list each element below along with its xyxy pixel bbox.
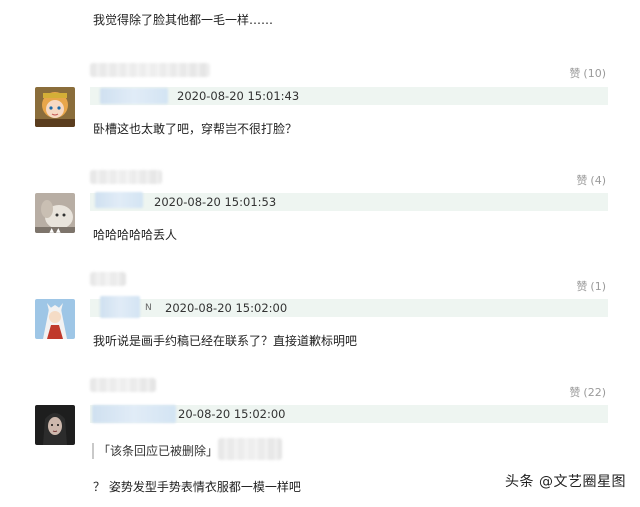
redacted-username	[90, 378, 156, 392]
redacted-username	[90, 272, 126, 286]
like-label: 赞	[576, 280, 588, 293]
comment-timestamp: 2020-08-20 15:01:43	[177, 89, 300, 103]
like-button[interactable]: 赞 (10)	[569, 65, 606, 81]
comment-text: 我听说是画手约稿已经在联系了？直接道歉标明吧	[93, 334, 358, 348]
like-label: 赞	[576, 174, 588, 187]
user-id-fragment: N	[145, 303, 152, 313]
like-count: (4)	[590, 173, 606, 187]
redacted-user-id	[100, 88, 168, 104]
comment-timestamp: 2020-08-20 15:02:00	[165, 301, 288, 315]
redacted-username	[90, 170, 162, 184]
comment-text: ？ 姿势发型手势表情衣服都一模一样吧	[93, 480, 301, 494]
watermark: 头条 @文艺圈星图	[505, 474, 626, 490]
comment-text: 哈哈哈哈哈丢人	[93, 228, 178, 242]
comment-text-top: 我觉得除了脸其他都一毛一样……	[93, 13, 274, 27]
redacted-username	[90, 63, 210, 77]
like-count: (22)	[583, 385, 606, 399]
deleted-reply-notice: 「该条回应已被删除」	[92, 443, 218, 459]
comment-timestamp: 2020-08-20 15:01:53	[154, 195, 277, 209]
comment-text: 卧槽这也太敢了吧，穿帮岂不很打脸？	[93, 122, 298, 136]
comment-timestamp: 20-08-20 15:02:00	[178, 407, 286, 421]
cat-avatar-icon[interactable]: ▲ ▲	[35, 193, 75, 233]
like-button[interactable]: 赞 (22)	[569, 384, 606, 400]
like-button[interactable]: 赞 (1)	[576, 278, 606, 294]
redacted-user-id	[100, 296, 140, 318]
redacted-user-id	[95, 192, 143, 208]
redacted-user-id	[92, 405, 176, 423]
like-count: (10)	[583, 66, 606, 80]
svg-text:▲ ▲: ▲ ▲	[49, 227, 61, 233]
like-count: (1)	[590, 279, 606, 293]
like-label: 赞	[569, 67, 581, 80]
like-label: 赞	[569, 386, 581, 399]
redacted-quote	[218, 438, 282, 460]
anime-girl-avatar-icon[interactable]	[35, 87, 75, 127]
anime-character-avatar-icon[interactable]	[35, 299, 75, 339]
like-button[interactable]: 赞 (4)	[576, 172, 606, 188]
woman-portrait-avatar-icon[interactable]	[35, 405, 75, 445]
